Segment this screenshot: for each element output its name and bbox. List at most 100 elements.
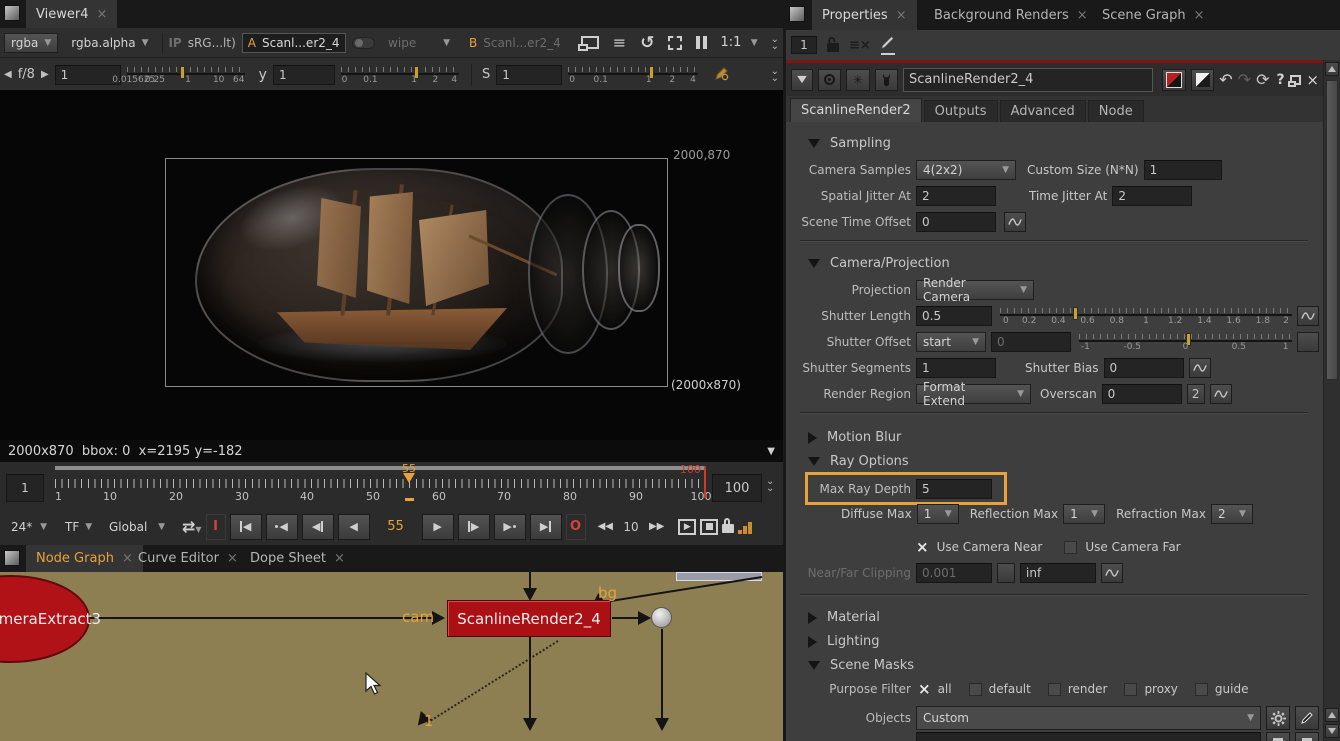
wrench-icon[interactable] [875, 69, 898, 91]
purpose-default-checkbox[interactable] [969, 683, 982, 696]
scroll-up-button[interactable] [1325, 62, 1339, 76]
animation-curve-icon[interactable] [1101, 563, 1123, 583]
lock-range-icon[interactable] [722, 524, 734, 533]
render-region-dropdown[interactable]: Format Extend▼ [916, 384, 1031, 404]
shutter-offset-dropdown[interactable]: start▼ [916, 332, 986, 352]
shutter-bias-input[interactable]: 0 [1104, 358, 1184, 378]
animation-curve-icon[interactable] [1189, 358, 1211, 378]
next-stop-icon[interactable]: ▶ [41, 69, 49, 80]
prev-increment-button[interactable]: ◀◀ [598, 521, 613, 532]
pane-menu-icon[interactable] [789, 6, 805, 22]
gear-icon[interactable] [1266, 706, 1290, 730]
animation-curve-icon[interactable] [1210, 384, 1232, 404]
refraction-max-dropdown[interactable]: 2▼ [1211, 504, 1253, 524]
node-graph-canvas[interactable]: CameraExtract3 cam ScanlineRender2_4 bg … [0, 572, 783, 741]
zoom-dropdown[interactable]: 1:1▼ [713, 33, 764, 53]
gamma-slider[interactable]: 0 0.1 1 2 4 [341, 65, 459, 85]
b-buffer-dropdown[interactable]: B Scanl...er2_4 [463, 33, 567, 53]
tab-node[interactable]: Node [1088, 100, 1144, 122]
gain-slider[interactable]: 0.015625 0.25 1 10 64 [127, 65, 245, 85]
shutter-segments-input[interactable]: 1 [916, 358, 996, 378]
animation-curve-icon[interactable] [1297, 306, 1319, 326]
tab-scene-graph[interactable]: Scene Graph× [1092, 0, 1215, 30]
increment-input[interactable]: 10 [617, 517, 645, 537]
shutter-offset-input[interactable]: 0 [991, 332, 1071, 352]
timeline[interactable]: 1 1 10 20 30 40 50 60 70 80 90 100 100 5… [0, 462, 783, 508]
tab-dope-sheet[interactable]: Dope Sheet× [240, 545, 355, 572]
set-in-button[interactable]: I [206, 514, 226, 540]
projection-dropdown[interactable]: Render Camera▼ [916, 280, 1034, 300]
lock-panels-icon[interactable] [827, 43, 839, 52]
range-end-input[interactable]: 100 [712, 474, 762, 502]
purpose-guide-checkbox[interactable] [1195, 683, 1208, 696]
playhead[interactable] [403, 473, 415, 483]
section-scene-masks[interactable]: Scene Masks [808, 658, 914, 673]
section-sampling[interactable]: Sampling [808, 136, 891, 151]
current-frame[interactable]: 55 [374, 519, 418, 534]
tab-outputs[interactable]: Outputs [924, 100, 998, 122]
use-camera-far-checkbox[interactable] [1064, 541, 1077, 554]
purpose-all-checkbox[interactable]: × [918, 682, 931, 696]
close-icon[interactable]: × [334, 551, 345, 566]
gamma-input[interactable]: 1 [273, 65, 335, 85]
tab-background-renders[interactable]: Background Renders× [924, 0, 1098, 30]
range-start-input[interactable]: 1 [6, 474, 44, 502]
section-motion-blur[interactable]: Motion Blur [808, 430, 901, 445]
step-forward-button[interactable]: ▶ [458, 514, 490, 540]
prev-keyframe-button[interactable]: ◀ [266, 514, 298, 540]
status-chevron-icon[interactable]: ▼ [767, 446, 775, 457]
center-node-icon[interactable] [818, 69, 841, 91]
roi-icon[interactable] [668, 36, 682, 50]
purpose-proxy-checkbox[interactable] [1124, 683, 1137, 696]
blank-button[interactable] [1297, 332, 1319, 352]
loop-mode-button[interactable]: ⇄▼ [182, 517, 202, 536]
max-panels-input[interactable]: 1 [791, 36, 817, 54]
goto-start-button[interactable]: ◀ [230, 514, 262, 540]
node-name-input[interactable]: ScanlineRender2_4 [903, 68, 1153, 92]
diffuse-max-dropdown[interactable]: 1▼ [917, 504, 959, 524]
close-icon[interactable]: × [96, 7, 107, 22]
a-buffer-dropdown[interactable]: A Scanl...er2_4 [242, 33, 346, 53]
next-keyframe-button[interactable]: ▶ [494, 514, 526, 540]
shutter-length-slider[interactable]: 0 0.2 0.4 0.6 0.8 1 1.2 1.4 1.6 1.8 2 [1000, 306, 1292, 326]
tab-scanlinerender2[interactable]: ScanlineRender2 [790, 98, 922, 122]
wipe-toggle[interactable] [352, 37, 375, 49]
viewer-canvas[interactable]: 2000,870 (2000x870) [0, 90, 783, 440]
histogram-icon[interactable] [738, 520, 752, 534]
edit-panels-icon[interactable] [881, 36, 895, 55]
tab-properties[interactable]: Properties× [812, 0, 917, 30]
bookmark-icon[interactable]: ✳ [846, 69, 869, 91]
spatial-jitter-input[interactable]: 2 [916, 186, 996, 206]
gear-icon[interactable] [1266, 732, 1290, 741]
shutter-offset-slider[interactable]: -1 -0.5 0 0.5 1 [1079, 332, 1292, 352]
timeline-chevron-icon[interactable]: ⌄⌄ [766, 478, 774, 492]
reflection-max-dropdown[interactable]: 1▼ [1063, 504, 1105, 524]
animation-curve-icon[interactable] [1004, 212, 1026, 232]
close-icon[interactable]: × [896, 8, 907, 23]
max-ray-depth-input[interactable]: 5 [916, 479, 992, 499]
close-icon[interactable]: × [1077, 8, 1088, 23]
next-increment-button[interactable]: ▶▶ [649, 521, 664, 532]
stack-layout-icon[interactable]: ≡ [613, 37, 626, 49]
monitor-out-icon[interactable] [581, 36, 599, 49]
flipbook-button[interactable]: ▶ [678, 519, 696, 535]
gl-color-swatch[interactable] [1191, 69, 1214, 91]
set-out-button[interactable]: O [566, 514, 586, 540]
input-process-button[interactable]: IP [168, 36, 181, 50]
far-clip-input[interactable]: inf [1020, 563, 1096, 583]
purpose-render-checkbox[interactable] [1048, 683, 1061, 696]
viewer-colorspace-button[interactable]: sRG...lt) [188, 36, 236, 50]
play-forward-button[interactable]: ▶ [422, 514, 454, 540]
goto-end-button[interactable]: ▶ [530, 514, 562, 540]
close-icon[interactable]: × [1194, 8, 1205, 23]
section-lighting[interactable]: Lighting [808, 634, 880, 649]
node-color-swatch[interactable] [1162, 69, 1185, 91]
pause-button[interactable] [696, 36, 707, 49]
saturation-slider[interactable]: 0 0.1 1 2 4 [568, 65, 698, 85]
float-panel-icon[interactable] [1290, 75, 1302, 85]
picker-eyedropper-icon[interactable] [1295, 706, 1319, 730]
tab-viewer4[interactable]: Viewer4 × [26, 0, 117, 28]
scene-time-offset-input[interactable]: 0 [916, 212, 996, 232]
tab-advanced[interactable]: Advanced [1000, 100, 1086, 122]
tab-node-graph[interactable]: Node Graph× [26, 545, 143, 572]
